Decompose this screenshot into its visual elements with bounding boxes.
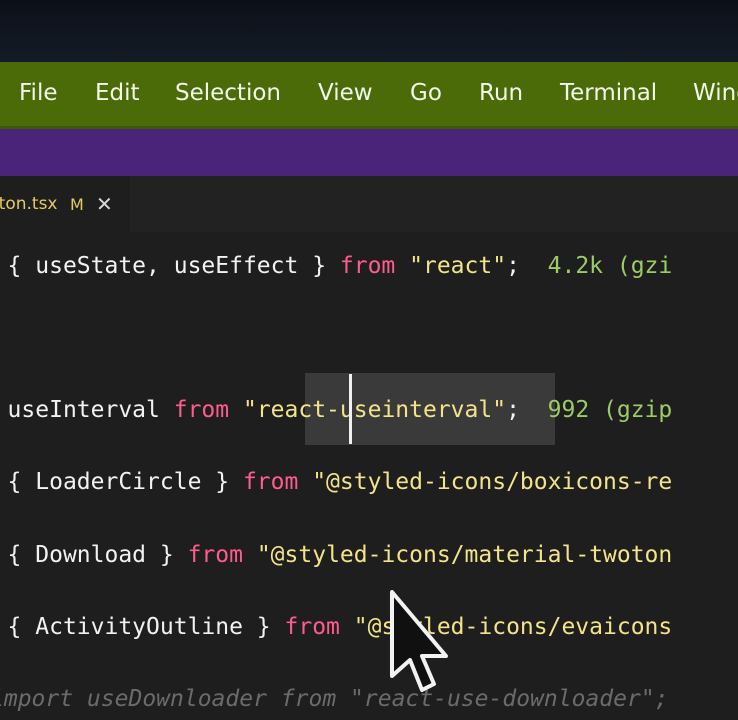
editor-tab-active[interactable]: tton.tsx M ✕ — [0, 176, 130, 232]
menu-window[interactable]: Wind — [693, 62, 738, 126]
menu-file[interactable]: File — [19, 62, 58, 126]
code-line[interactable]: rt { useState, useEffect } from "react";… — [0, 248, 673, 284]
punctuation: ; — [506, 397, 520, 423]
code-line[interactable]: rt useInterval from "react-useinterval";… — [0, 392, 673, 428]
import-size-hint: 4.2k (gzi — [519, 253, 673, 279]
identifiers: { useState, useEffect } — [0, 253, 340, 279]
keyword: from — [284, 614, 340, 640]
code-line[interactable]: rt { Download } from "@styled-icons/mate… — [0, 537, 673, 573]
tab-filename: tton.tsx — [0, 194, 58, 214]
keyword: from — [173, 397, 230, 423]
menu-bar: File Edit Selection View Go Run Terminal… — [0, 62, 738, 129]
mouse-pointer-icon — [388, 590, 450, 704]
commented-code-line[interactable]: import useDownloader from "react-use-dow… — [0, 681, 669, 717]
text-caret — [349, 374, 352, 444]
menu-view[interactable]: View — [318, 62, 373, 126]
identifiers: { LoaderCircle } — [0, 469, 243, 495]
code-line[interactable]: rt { LoaderCircle } from "@styled-icons/… — [0, 464, 673, 500]
keyword: from — [242, 469, 299, 495]
keyword: from — [339, 253, 396, 279]
menu-run[interactable]: Run — [479, 62, 523, 126]
menu-edit[interactable]: Edit — [95, 62, 140, 126]
title-status-bar — [0, 129, 738, 176]
string: "react" — [409, 253, 507, 279]
menu-go[interactable]: Go — [410, 62, 442, 126]
code-line[interactable]: rt { ActivityOutline } from "@styled-ico… — [0, 609, 673, 645]
string: "react-useinterval" — [242, 397, 507, 423]
tab-modified-badge: M — [70, 194, 84, 214]
menu-terminal[interactable]: Terminal — [560, 62, 657, 126]
keyword: from — [187, 542, 243, 568]
string: "@styled-icons/boxicons-re — [312, 469, 673, 495]
menu-selection[interactable]: Selection — [175, 62, 281, 126]
close-icon[interactable]: ✕ — [96, 192, 113, 216]
import-size-hint: 992 (gzip — [519, 397, 673, 423]
punctuation: ; — [506, 253, 520, 279]
identifiers: useInterval — [0, 397, 174, 423]
identifiers: { ActivityOutline } — [0, 614, 285, 640]
window-top-area — [0, 0, 738, 62]
string: "@styled-icons/material-twoton — [256, 542, 673, 568]
identifiers: { Download } — [0, 542, 188, 568]
